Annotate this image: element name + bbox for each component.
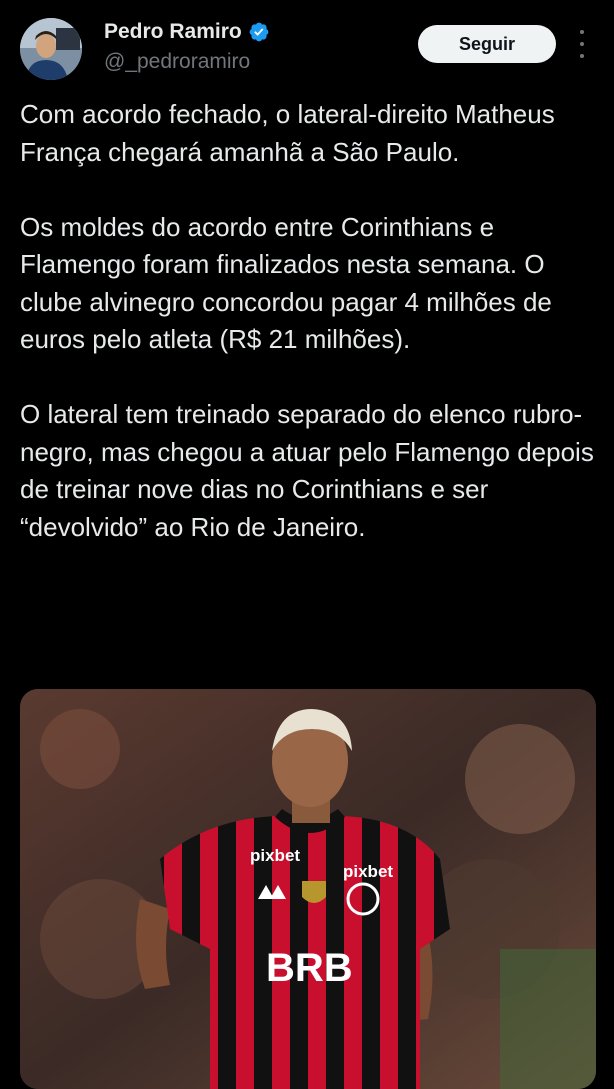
jersey-shoulder-text: pixbet <box>250 846 300 865</box>
tweet-media-photo[interactable]: pixbet pixbet BRB <box>20 689 596 1089</box>
author-name[interactable]: Pedro Ramiro <box>104 20 242 44</box>
crest-badge-icon <box>302 881 326 903</box>
tweet-paragraph: O lateral tem treinado separado do elenc… <box>20 399 594 542</box>
more-options-icon[interactable] <box>572 30 592 58</box>
more-dot <box>580 54 584 58</box>
avatar-image <box>20 18 82 80</box>
avatar[interactable] <box>20 18 82 80</box>
jersey-sponsor-text: BRB <box>266 946 353 990</box>
tweet-text: Com acordo fechado, o lateral-direito Ma… <box>20 96 600 584</box>
author-name-row: Pedro Ramiro <box>104 20 270 44</box>
jersey-chest-text: pixbet <box>343 862 393 881</box>
more-dot <box>580 42 584 46</box>
tweet-paragraph: Os moldes do acordo entre Corinthians e … <box>20 211 552 355</box>
tweet-paragraph: Com acordo fechado, o lateral-direito Ma… <box>20 99 555 167</box>
author-handle[interactable]: @_pedroramiro <box>104 50 250 74</box>
more-dot <box>580 30 584 34</box>
tweet-header: Pedro Ramiro @_pedroramiro Seguir <box>0 0 614 90</box>
player-photo: pixbet pixbet BRB <box>20 689 596 1089</box>
verified-badge-icon <box>249 22 269 42</box>
follow-button[interactable]: Seguir <box>418 25 556 63</box>
